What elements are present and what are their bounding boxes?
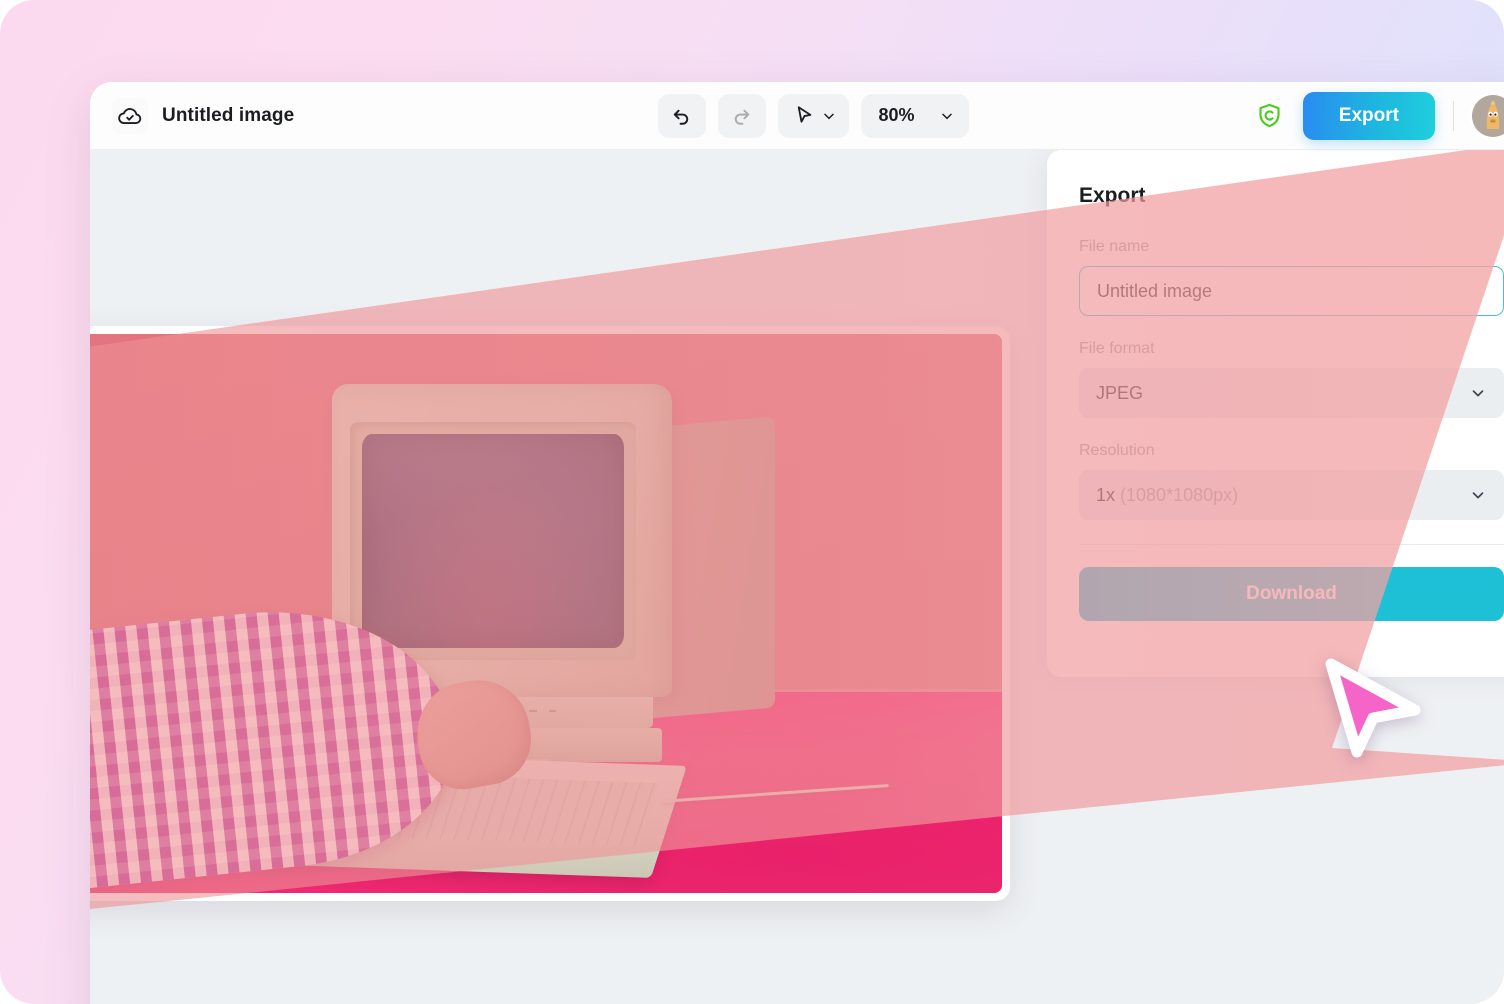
export-button-label: Export bbox=[1338, 104, 1399, 126]
download-button[interactable]: Download bbox=[1079, 567, 1504, 621]
cloud-check-icon[interactable] bbox=[112, 97, 148, 134]
file-format-label: File format bbox=[1079, 340, 1155, 357]
chevron-down-icon bbox=[941, 113, 952, 119]
shield-c-icon[interactable] bbox=[1255, 101, 1285, 131]
photo-crt-bezel bbox=[350, 421, 636, 660]
file-name-input[interactable]: Untitled image bbox=[1079, 266, 1504, 316]
resolution-select[interactable]: 1x (1080*1080px) bbox=[1079, 470, 1504, 520]
resolution-value: 1x (1080*1080px) bbox=[1096, 485, 1238, 506]
export-panel: Export File name Untitled image File for… bbox=[1047, 150, 1504, 677]
user-avatar[interactable] bbox=[1472, 94, 1504, 137]
chevron-down-icon bbox=[1472, 492, 1484, 499]
llama-avatar-icon bbox=[1472, 94, 1504, 137]
pink-arrow-cursor[interactable] bbox=[1315, 648, 1425, 758]
resolution-scale: 1x bbox=[1096, 484, 1116, 505]
file-format-value: JPEG bbox=[1096, 382, 1144, 403]
app-window: Untitled image 80% Export Export File na… bbox=[90, 82, 1504, 1004]
undo-button[interactable] bbox=[657, 93, 706, 138]
retro-crt-computer-photo bbox=[90, 334, 1002, 893]
document-title[interactable]: Untitled image bbox=[162, 105, 294, 127]
canvas-stage[interactable]: Export File name Untitled image File for… bbox=[90, 150, 1504, 1004]
page-root: Untitled image 80% Export Export File na… bbox=[0, 0, 1504, 1004]
toolbar-right-group: Export bbox=[1255, 91, 1504, 140]
photo-crt-screen bbox=[361, 433, 625, 648]
cursor-tool-icon bbox=[797, 106, 811, 123]
redo-icon bbox=[734, 109, 750, 125]
download-button-label: Download bbox=[1246, 583, 1337, 604]
zoom-level-select[interactable]: 80% bbox=[860, 93, 969, 138]
toolbar: Untitled image 80% Export bbox=[90, 82, 1504, 150]
file-name-label: File name bbox=[1079, 238, 1150, 255]
export-panel-title: Export bbox=[1079, 184, 1146, 207]
undo-icon bbox=[673, 109, 689, 125]
export-panel-divider bbox=[1079, 544, 1504, 545]
export-button[interactable]: Export bbox=[1302, 91, 1435, 140]
zoom-level-value: 80% bbox=[878, 105, 915, 125]
chevron-down-icon bbox=[823, 113, 834, 119]
cursor-tool-select[interactable] bbox=[777, 93, 849, 138]
image-canvas-card[interactable] bbox=[90, 326, 1010, 901]
toolbar-left-group: Untitled image bbox=[90, 97, 294, 134]
redo-button[interactable] bbox=[717, 93, 766, 138]
resolution-label: Resolution bbox=[1079, 442, 1155, 459]
toolbar-divider bbox=[1453, 100, 1454, 131]
file-format-select[interactable]: JPEG bbox=[1079, 368, 1504, 418]
chevron-down-icon bbox=[1472, 390, 1484, 397]
resolution-dimensions: (1080*1080px) bbox=[1120, 484, 1239, 505]
